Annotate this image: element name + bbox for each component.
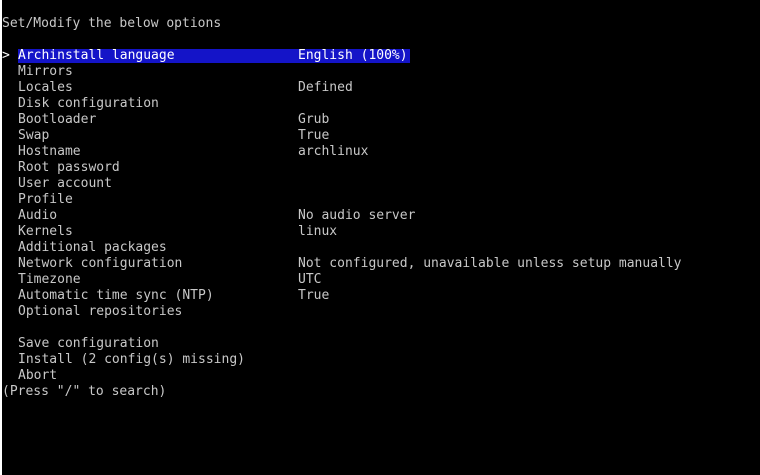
menu-item-label: User account (18, 176, 112, 191)
menu-item-value: UTC (298, 272, 322, 287)
menu-item-value: archlinux (298, 144, 369, 159)
menu-spacer (2, 320, 760, 336)
menu-item-automatic-time-sync[interactable]: Automatic time sync (NTP) True (2, 288, 760, 304)
menu-item-label: Additional packages (18, 240, 167, 255)
options-menu: > Archinstall language English (100%) Mi… (2, 48, 760, 400)
menu-item-value: True (298, 128, 330, 143)
menu-item-value: English (100%) (298, 48, 408, 63)
menu-item-network-configuration[interactable]: Network configuration Not configured, un… (2, 256, 760, 272)
menu-item-hostname[interactable]: Hostname archlinux (2, 144, 760, 160)
menu-item-install[interactable]: Install (2 config(s) missing) (2, 352, 760, 368)
menu-item-disk-configuration[interactable]: Disk configuration (2, 96, 760, 112)
menu-item-bootloader[interactable]: Bootloader Grub (2, 112, 760, 128)
menu-item-label: Timezone (18, 272, 81, 287)
menu-item-profile[interactable]: Profile (2, 192, 760, 208)
menu-item-swap[interactable]: Swap True (2, 128, 760, 144)
menu-item-locales[interactable]: Locales Defined (2, 80, 760, 96)
menu-item-value: True (298, 288, 330, 303)
menu-item-label: Save configuration (18, 336, 159, 351)
menu-item-label: Root password (18, 160, 120, 175)
menu-item-value: Defined (298, 80, 353, 95)
menu-item-label: Mirrors (18, 64, 73, 79)
menu-item-label: Disk configuration (18, 96, 159, 111)
menu-header: Set/Modify the below options (2, 16, 222, 31)
terminal-screen: Set/Modify the below options > Archinsta… (2, 0, 760, 475)
menu-item-value: Not configured, unavailable unless setup… (298, 256, 682, 271)
menu-item-mirrors[interactable]: Mirrors (2, 64, 760, 80)
menu-item-additional-packages[interactable]: Additional packages (2, 240, 760, 256)
menu-item-optional-repositories[interactable]: Optional repositories (2, 304, 760, 320)
menu-item-label: Optional repositories (18, 304, 183, 319)
menu-item-label: Automatic time sync (NTP) (18, 288, 214, 303)
search-hint: (Press "/" to search) (2, 384, 167, 399)
menu-item-archinstall-language[interactable]: > Archinstall language English (100%) (2, 48, 760, 64)
menu-item-label: Abort (18, 368, 58, 383)
menu-item-kernels[interactable]: Kernels linux (2, 224, 760, 240)
menu-item-label: Profile (18, 192, 73, 207)
menu-item-label: Audio (18, 208, 58, 223)
menu-item-audio[interactable]: Audio No audio server (2, 208, 760, 224)
menu-item-value: Grub (298, 112, 330, 127)
menu-item-value: linux (298, 224, 338, 239)
menu-item-label: Install (2 config(s) missing) (18, 352, 245, 367)
menu-item-timezone[interactable]: Timezone UTC (2, 272, 760, 288)
menu-item-label: Bootloader (18, 112, 97, 127)
menu-item-value: No audio server (298, 208, 416, 223)
menu-item-label: Kernels (18, 224, 73, 239)
menu-item-label: Swap (18, 128, 50, 143)
menu-item-abort[interactable]: Abort (2, 368, 760, 384)
selection-cursor: > (2, 48, 10, 63)
menu-item-root-password[interactable]: Root password (2, 160, 760, 176)
menu-item-label: Locales (18, 80, 73, 95)
menu-item-user-account[interactable]: User account (2, 176, 760, 192)
menu-item-label: Network configuration (18, 256, 183, 271)
menu-item-label: Archinstall language (18, 48, 175, 63)
menu-item-label: Hostname (18, 144, 81, 159)
menu-item-save-configuration[interactable]: Save configuration (2, 336, 760, 352)
